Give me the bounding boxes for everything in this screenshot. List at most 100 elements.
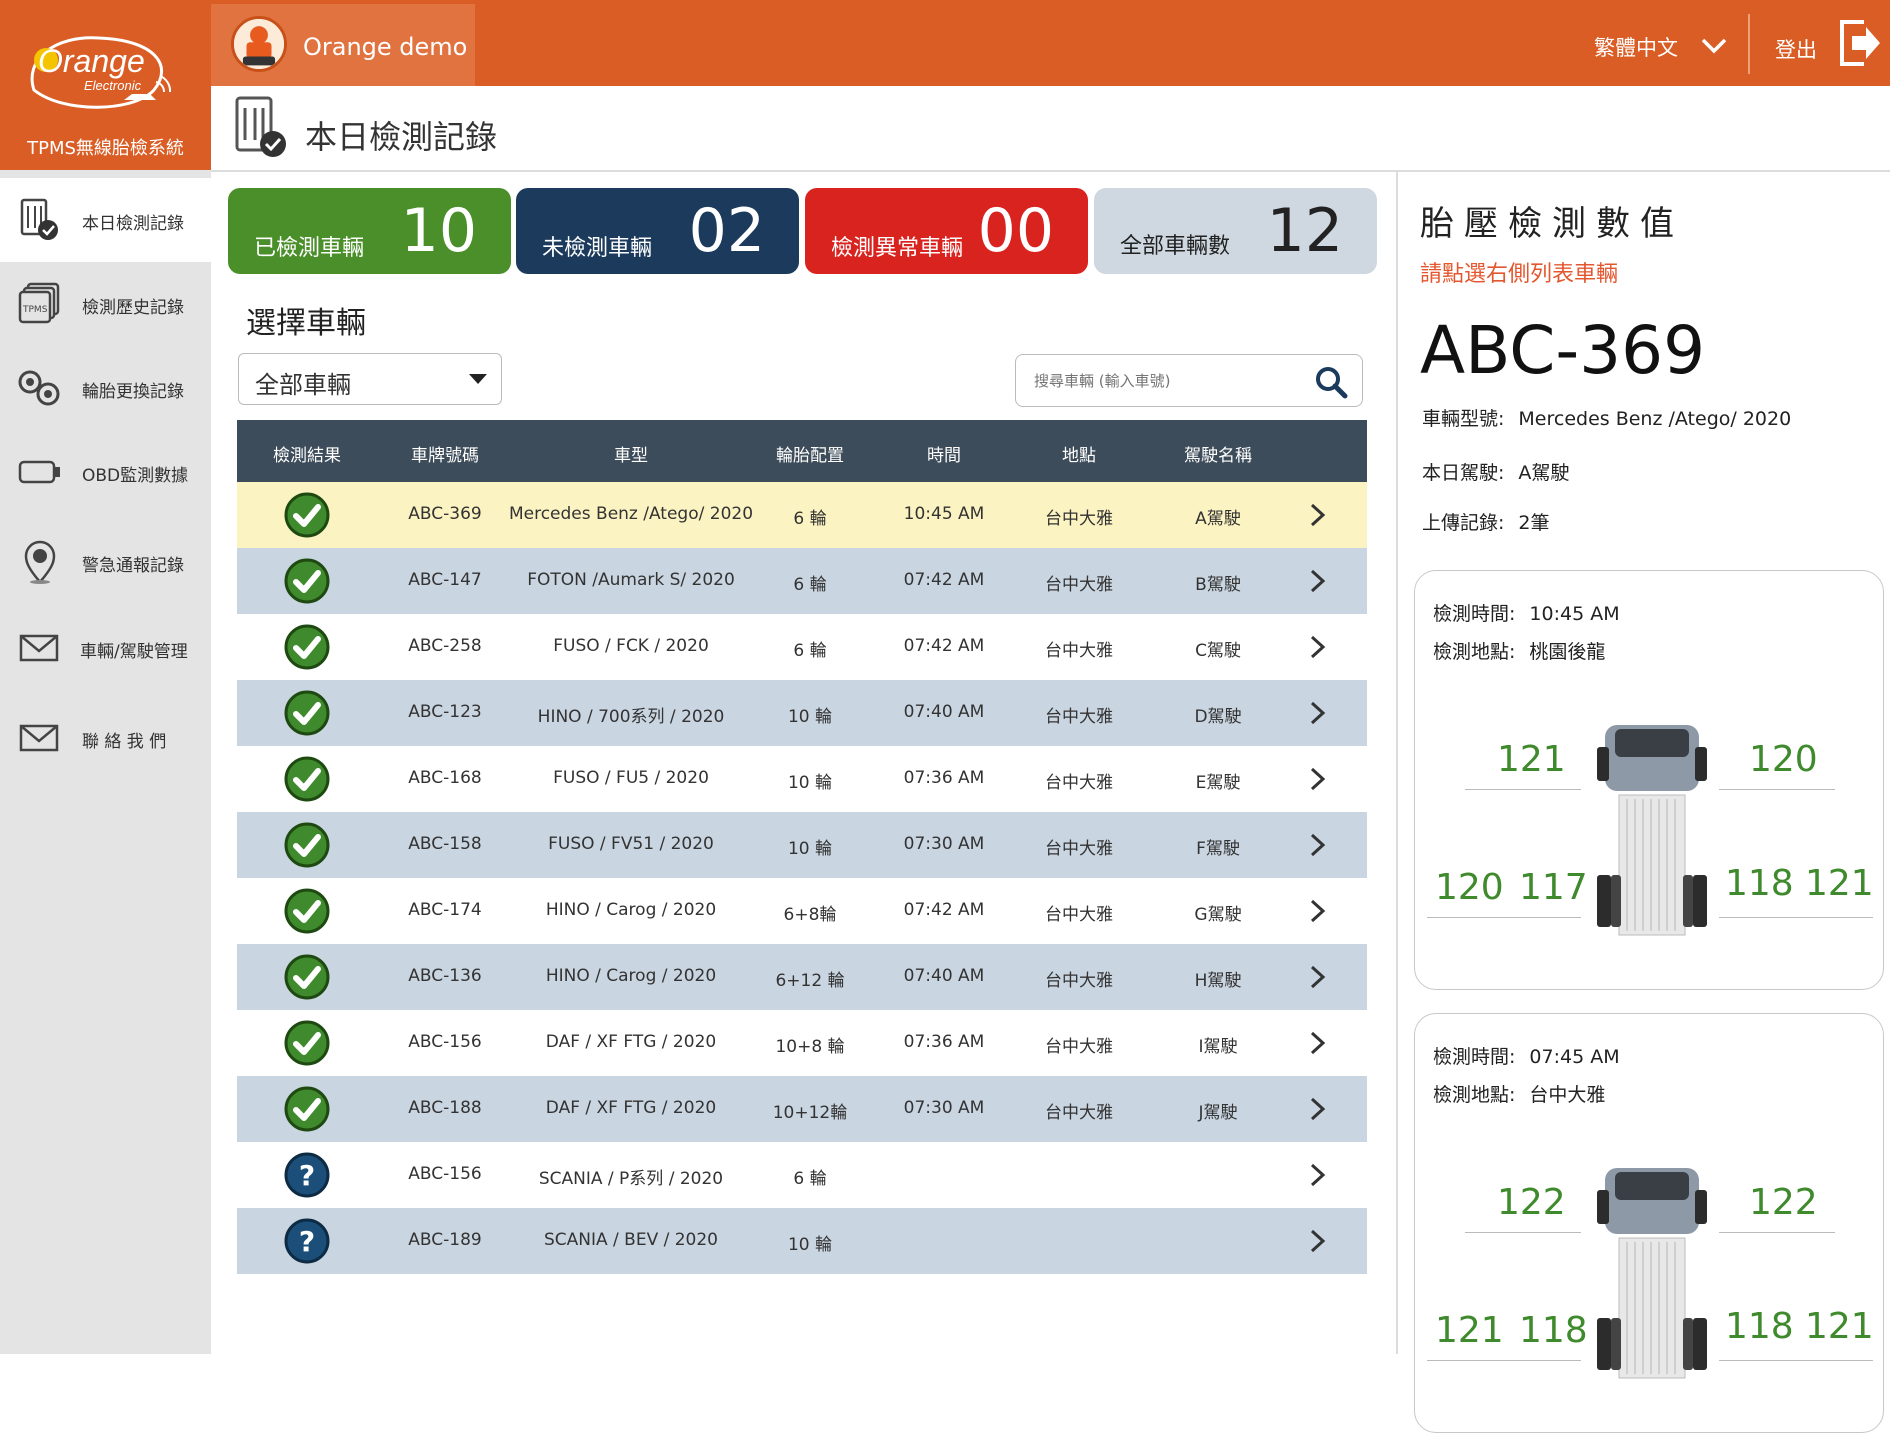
chevron-right-icon[interactable] xyxy=(1309,832,1327,858)
search-box[interactable] xyxy=(1015,354,1363,407)
tire-swap-icon xyxy=(18,370,60,406)
sidebar-item-obd[interactable]: OBD監測數據 xyxy=(0,430,211,514)
pressure-underline xyxy=(1427,917,1581,918)
sidebar-item-label: 輪胎更換記錄 xyxy=(82,382,184,402)
chevron-down-icon[interactable] xyxy=(1700,36,1728,56)
detail-hint: 請點選右側列表車輛 xyxy=(1420,262,1619,287)
record-card[interactable]: 檢測時間: 07:45 AM 檢測地點: 台中大雅 122 122 121 118 118 12… xyxy=(1414,1013,1884,1433)
chevron-right-icon[interactable] xyxy=(1309,568,1327,594)
chevron-right-icon[interactable] xyxy=(1309,1096,1327,1122)
cell-plate: ABC-174 xyxy=(408,900,482,920)
sidebar-item-vehicle-driver[interactable]: 車輛/駕駛管理 xyxy=(0,606,211,690)
stat-card-all[interactable]: 全部車輛數 12 xyxy=(1094,188,1377,274)
sidebar-item-sos[interactable]: 警急通報記錄 xyxy=(0,520,211,604)
section-title: 選擇車輛 xyxy=(246,306,366,341)
chevron-right-icon[interactable] xyxy=(1309,634,1327,660)
mail-icon xyxy=(19,724,59,752)
language-selector[interactable]: 繁體中文 xyxy=(1594,32,1678,62)
record-location-row: 檢測地點: 桃園後龍 xyxy=(1433,637,1605,664)
cell-model: SCANIA / BEV / 2020 xyxy=(543,1230,719,1250)
select-value: 全部車輛 xyxy=(255,371,351,399)
record-location-row: 檢測地點: 台中大雅 xyxy=(1433,1080,1605,1107)
cell-driver: E駕駛 xyxy=(1195,773,1241,793)
sidebar-item-label: OBD監測數據 xyxy=(82,466,189,486)
cell-driver: D駕駛 xyxy=(1194,707,1242,727)
cell-time: 07:30 AM xyxy=(903,834,985,854)
sidebar-item-history[interactable]: TPMS 檢測歷史記錄 xyxy=(0,262,211,346)
cell-model: SCANIA / P系列 / 2020 xyxy=(538,1169,724,1189)
table-row[interactable]: ABC-156 DAF / XF FTG / 2020 10+8 輪 07:36 AM… xyxy=(237,1010,1367,1076)
table-row[interactable]: ABC-168 FUSO / FU5 / 2020 10 輪 07:36 AM 台中大雅… xyxy=(237,746,1367,812)
cell-tires: 10 輪 xyxy=(787,773,833,793)
sidebar-item-tire-change[interactable]: 輪胎更換記錄 xyxy=(0,346,211,430)
table-row[interactable]: ? ABC-156 SCANIA / P系列 / 2020 6 輪 xyxy=(237,1142,1367,1208)
cell-driver: F駕駛 xyxy=(1196,839,1240,859)
chevron-right-icon[interactable] xyxy=(1309,1162,1327,1188)
detail-plate: ABC-369 xyxy=(1420,312,1706,389)
chevron-right-icon[interactable] xyxy=(1309,700,1327,726)
vehicle-filter-select[interactable]: 全部車輛 xyxy=(238,353,502,405)
table-row[interactable]: ABC-188 DAF / XF FTG / 2020 10+12輪 07:30 AM… xyxy=(237,1076,1367,1142)
stat-card-abnormal[interactable]: 檢測異常車輛 00 xyxy=(805,188,1088,274)
obd-icon xyxy=(18,460,60,484)
caret-down-icon xyxy=(469,374,487,384)
chevron-right-icon[interactable] xyxy=(1309,964,1327,990)
check-circle-icon xyxy=(284,756,330,802)
cell-location: 台中大雅 xyxy=(1045,1103,1113,1123)
chevron-right-icon[interactable] xyxy=(1309,1228,1327,1254)
svg-text:TPMS: TPMS xyxy=(22,305,48,315)
record-card[interactable]: 檢測時間: 10:45 AM 檢測地點: 桃園後龍 121 120 120 117 118 12… xyxy=(1414,570,1884,990)
search-icon[interactable] xyxy=(1314,365,1348,399)
table-row[interactable]: ABC-158 FUSO / FV51 / 2020 10 輪 07:30 AM 台中大… xyxy=(237,812,1367,878)
stat-card-untested[interactable]: 未檢測車輛 02 xyxy=(516,188,799,274)
check-circle-icon xyxy=(284,888,330,934)
chevron-right-icon[interactable] xyxy=(1309,898,1327,924)
chevron-right-icon[interactable] xyxy=(1309,502,1327,528)
sos-pin-icon xyxy=(24,540,56,584)
cell-location: 台中大雅 xyxy=(1045,509,1113,529)
search-input[interactable] xyxy=(1034,367,1294,395)
record-location: 桃園後龍 xyxy=(1529,641,1606,663)
pressure-underline xyxy=(1427,1360,1581,1361)
chevron-right-icon[interactable] xyxy=(1309,1030,1327,1056)
check-circle-icon xyxy=(284,954,330,1000)
cell-tires: 6+12 輪 xyxy=(775,971,845,991)
logout-button[interactable]: 登出 xyxy=(1775,34,1817,64)
table-row[interactable]: ABC-369 Mercedes Benz /Atego/ 2020 6 輪 10:4… xyxy=(237,482,1367,548)
table-row[interactable]: ABC-123 HINO / 700系列 / 2020 10 輪 07:40 AM 台中… xyxy=(237,680,1367,746)
pressure-underline xyxy=(1719,789,1835,790)
record-time-row: 檢測時間: 07:45 AM xyxy=(1433,1042,1620,1069)
table-row[interactable]: ABC-258 FUSO / FCK / 2020 6 輪 07:42 AM 台中大雅 C… xyxy=(237,614,1367,680)
table-row[interactable]: ABC-136 HINO / Carog / 2020 6+12 輪 07:40 AM… xyxy=(237,944,1367,1010)
stat-card-tested[interactable]: 已檢測車輛 10 xyxy=(228,188,511,274)
stat-value: 00 xyxy=(977,196,1054,266)
record-location-label: 檢測地點: xyxy=(1433,1084,1516,1106)
user-menu[interactable]: Orange demo xyxy=(211,4,475,86)
tire-pressure-rear-left-inner: 118 xyxy=(1519,1310,1588,1351)
tpms-history-icon: TPMS xyxy=(18,282,60,324)
tire-pressure-rear-right-outer: 121 xyxy=(1805,1306,1874,1347)
cell-driver: G駕駛 xyxy=(1194,905,1242,925)
sidebar-item-label: 檢測歷史記錄 xyxy=(82,298,184,318)
cell-driver: H駕駛 xyxy=(1194,971,1242,991)
cell-plate: ABC-156 xyxy=(408,1032,482,1052)
logout-icon[interactable] xyxy=(1838,18,1882,68)
table-row[interactable]: ? ABC-189 SCANIA / BEV / 2020 10 輪 xyxy=(237,1208,1367,1274)
chevron-right-icon[interactable] xyxy=(1309,766,1327,792)
table-row[interactable]: ABC-147 FOTON /Aumark S/ 2020 6 輪 07:42 AM 台… xyxy=(237,548,1367,614)
question-circle-icon: ? xyxy=(284,1152,330,1198)
cell-location: 台中大雅 xyxy=(1045,575,1113,595)
truck-topview-icon xyxy=(1597,725,1707,936)
sidebar-item-today[interactable]: 本日檢測記錄 xyxy=(0,178,211,262)
svg-text:Electronic: Electronic xyxy=(84,78,142,93)
cell-location: 台中大雅 xyxy=(1045,707,1113,727)
detail-panel: 胎壓檢測數值 請點選右側列表車輛 ABC-369 車輛型號: Mercedes B… xyxy=(1396,172,1890,1433)
detail-uploads-label: 上傳記錄: xyxy=(1422,512,1505,534)
record-location: 台中大雅 xyxy=(1529,1084,1606,1106)
logo-area[interactable]: Orange Electronic TPMS無線胎檢系統 xyxy=(0,0,211,170)
cell-model: DAF / XF FTG / 2020 xyxy=(545,1032,717,1052)
check-circle-icon xyxy=(284,1020,330,1066)
svg-text:?: ? xyxy=(299,1159,315,1192)
table-row[interactable]: ABC-174 HINO / Carog / 2020 6+8輪 07:42 AM 台中… xyxy=(237,878,1367,944)
sidebar-item-contact[interactable]: 聯 絡 我 們 xyxy=(0,696,211,780)
